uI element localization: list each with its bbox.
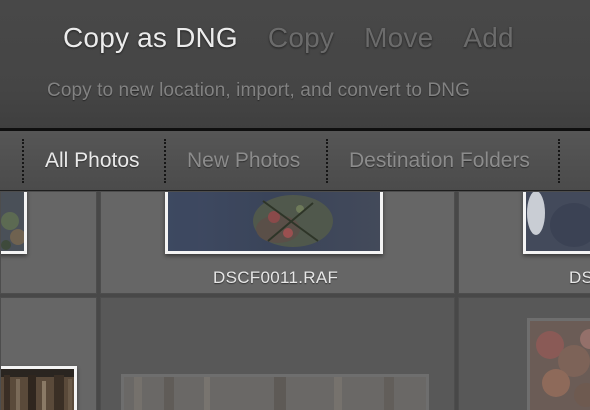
filter-separator <box>558 139 560 183</box>
photo-image <box>530 321 590 410</box>
grid-cell[interactable] <box>0 297 97 410</box>
photo-image <box>124 377 426 410</box>
import-mode-header: Copy as DNG Copy Move Add Copy to new lo… <box>0 0 590 128</box>
grid-cell[interactable]: DS <box>458 191 590 294</box>
grid-column-divider <box>97 191 100 410</box>
import-mode-tabs: Copy as DNG Copy Move Add <box>63 22 514 62</box>
grid-cell[interactable] <box>458 297 590 410</box>
photo-filename: DS <box>569 268 590 287</box>
grid-cell[interactable]: DSCF0011.RAF <box>100 191 455 294</box>
photo-filename: DSCF0011.RAF <box>213 268 339 287</box>
filter-separator <box>164 139 166 183</box>
photo-thumbnail[interactable] <box>165 192 383 254</box>
mode-description: Copy to new location, import, and conver… <box>47 80 470 101</box>
photo-image <box>1 369 74 410</box>
grid-cell[interactable] <box>100 297 455 410</box>
photo-thumbnail[interactable] <box>1 366 77 410</box>
photo-thumbnail[interactable] <box>527 318 590 410</box>
photo-image <box>526 192 590 251</box>
photo-thumbnail[interactable] <box>523 192 590 254</box>
grid-row-divider <box>0 294 590 297</box>
grid-cell[interactable] <box>0 191 97 294</box>
photo-thumbnail[interactable] <box>1 192 27 254</box>
mode-tab-add[interactable]: Add <box>463 22 513 54</box>
mode-tab-move[interactable]: Move <box>364 22 433 54</box>
photo-thumbnail[interactable] <box>121 374 429 410</box>
thumbnail-grid: DSCF0011.RAF DS <box>0 191 590 410</box>
photo-image <box>1 192 24 251</box>
filter-tab-new-photos[interactable]: New Photos <box>187 149 300 173</box>
filter-tab-destination-folders[interactable]: Destination Folders <box>349 149 530 173</box>
filter-separator <box>22 139 24 183</box>
grid-column-divider <box>455 191 458 410</box>
filter-tab-all-photos[interactable]: All Photos <box>45 149 140 173</box>
mode-tab-copy-as-dng[interactable]: Copy as DNG <box>63 22 238 54</box>
mode-tab-copy[interactable]: Copy <box>268 22 334 54</box>
photo-image <box>168 192 380 251</box>
filter-separator <box>326 139 328 183</box>
photo-filter-bar: All Photos New Photos Destination Folder… <box>0 131 590 191</box>
